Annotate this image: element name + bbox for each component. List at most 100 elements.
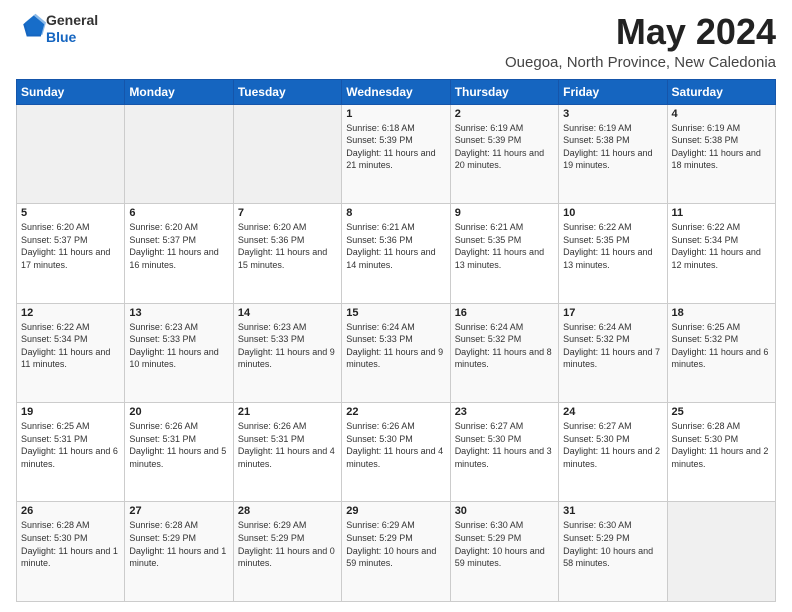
calendar-day-cell: 13 Sunrise: 6:23 AM Sunset: 5:33 PM Dayli… bbox=[125, 303, 233, 402]
day-of-week-header: Tuesday bbox=[233, 79, 341, 104]
day-number: 20 bbox=[129, 406, 228, 418]
day-number: 16 bbox=[455, 307, 554, 319]
day-info: Sunrise: 6:30 AM Sunset: 5:29 PM Dayligh… bbox=[563, 519, 662, 569]
page: General Blue May 2024 Ouegoa, North Prov… bbox=[0, 0, 792, 612]
day-info: Sunrise: 6:27 AM Sunset: 5:30 PM Dayligh… bbox=[563, 420, 662, 470]
calendar-day-cell: 3Sunrise: 6:19 AM Sunset: 5:38 PM Daylig… bbox=[559, 104, 667, 203]
day-number: 9 bbox=[455, 207, 554, 219]
day-info: Sunrise: 6:22 AM Sunset: 5:34 PM Dayligh… bbox=[672, 221, 771, 271]
calendar-day-cell: 10Sunrise: 6:22 AM Sunset: 5:35 PM Dayli… bbox=[559, 204, 667, 303]
day-info: Sunrise: 6:28 AM Sunset: 5:30 PM Dayligh… bbox=[21, 519, 120, 569]
day-number: 24 bbox=[563, 406, 662, 418]
title-block: May 2024 Ouegoa, North Province, New Cal… bbox=[505, 12, 776, 71]
logo-blue: Blue bbox=[46, 29, 98, 46]
calendar-day-cell: 21Sunrise: 6:26 AM Sunset: 5:31 PM Dayli… bbox=[233, 403, 341, 502]
calendar-day-cell: 15 Sunrise: 6:24 AM Sunset: 5:33 PM Dayli… bbox=[342, 303, 450, 402]
day-info: Sunrise: 6:23 AM Sunset: 5:33 PM Dayligh… bbox=[238, 321, 337, 371]
day-info: Sunrise: 6:22 AM Sunset: 5:34 PM Dayligh… bbox=[21, 321, 120, 371]
day-number: 26 bbox=[21, 505, 120, 517]
day-number: 11 bbox=[672, 207, 771, 219]
calendar-day-cell: 18 Sunrise: 6:25 AM Sunset: 5:32 PM Dayli… bbox=[667, 303, 775, 402]
day-info: Sunrise: 6:29 AM Sunset: 5:29 PM Dayligh… bbox=[346, 519, 445, 569]
day-info: Sunrise: 6:28 AM Sunset: 5:30 PM Dayligh… bbox=[672, 420, 771, 470]
day-number: 17 bbox=[563, 307, 662, 319]
calendar-week-row: 26 Sunrise: 6:28 AM Sunset: 5:30 PM Dayli… bbox=[17, 502, 776, 602]
calendar-day-cell: 14Sunrise: 6:23 AM Sunset: 5:33 PM Dayli… bbox=[233, 303, 341, 402]
day-number: 18 bbox=[672, 307, 771, 319]
calendar-day-cell: 7 Sunrise: 6:20 AM Sunset: 5:36 PM Daylig… bbox=[233, 204, 341, 303]
calendar-week-row: 1Sunrise: 6:18 AM Sunset: 5:39 PM Daylig… bbox=[17, 104, 776, 203]
calendar-day-cell: 9 Sunrise: 6:21 AM Sunset: 5:35 PM Daylig… bbox=[450, 204, 558, 303]
calendar-day-cell: 1Sunrise: 6:18 AM Sunset: 5:39 PM Daylig… bbox=[342, 104, 450, 203]
calendar-day-cell: 4 Sunrise: 6:19 AM Sunset: 5:38 PM Daylig… bbox=[667, 104, 775, 203]
calendar-day-cell: 28Sunrise: 6:29 AM Sunset: 5:29 PM Dayli… bbox=[233, 502, 341, 602]
day-info: Sunrise: 6:26 AM Sunset: 5:30 PM Dayligh… bbox=[346, 420, 445, 470]
calendar-day-cell: 5 Sunrise: 6:20 AM Sunset: 5:37 PM Daylig… bbox=[17, 204, 125, 303]
calendar-day-cell: 24 Sunrise: 6:27 AM Sunset: 5:30 PM Dayli… bbox=[559, 403, 667, 502]
calendar-day-cell: 8Sunrise: 6:21 AM Sunset: 5:36 PM Daylig… bbox=[342, 204, 450, 303]
calendar-day-cell: 6Sunrise: 6:20 AM Sunset: 5:37 PM Daylig… bbox=[125, 204, 233, 303]
calendar-day-cell bbox=[17, 104, 125, 203]
day-info: Sunrise: 6:27 AM Sunset: 5:30 PM Dayligh… bbox=[455, 420, 554, 470]
day-number: 23 bbox=[455, 406, 554, 418]
logo-general: General bbox=[46, 12, 98, 29]
calendar-day-cell: 12 Sunrise: 6:22 AM Sunset: 5:34 PM Dayli… bbox=[17, 303, 125, 402]
day-info: Sunrise: 6:19 AM Sunset: 5:38 PM Dayligh… bbox=[672, 122, 771, 172]
day-number: 10 bbox=[563, 207, 662, 219]
day-info: Sunrise: 6:24 AM Sunset: 5:32 PM Dayligh… bbox=[563, 321, 662, 371]
day-info: Sunrise: 6:19 AM Sunset: 5:39 PM Dayligh… bbox=[455, 122, 554, 172]
calendar-week-row: 5 Sunrise: 6:20 AM Sunset: 5:37 PM Daylig… bbox=[17, 204, 776, 303]
logo-icon bbox=[18, 12, 46, 40]
day-number: 8 bbox=[346, 207, 445, 219]
day-info: Sunrise: 6:20 AM Sunset: 5:37 PM Dayligh… bbox=[129, 221, 228, 271]
calendar-day-cell: 29 Sunrise: 6:29 AM Sunset: 5:29 PM Dayli… bbox=[342, 502, 450, 602]
day-number: 13 bbox=[129, 307, 228, 319]
day-info: Sunrise: 6:23 AM Sunset: 5:33 PM Dayligh… bbox=[129, 321, 228, 371]
day-number: 15 bbox=[346, 307, 445, 319]
day-number: 22 bbox=[346, 406, 445, 418]
calendar: SundayMondayTuesdayWednesdayThursdayFrid… bbox=[16, 79, 776, 602]
day-info: Sunrise: 6:24 AM Sunset: 5:32 PM Dayligh… bbox=[455, 321, 554, 371]
day-of-week-header: Thursday bbox=[450, 79, 558, 104]
day-info: Sunrise: 6:20 AM Sunset: 5:36 PM Dayligh… bbox=[238, 221, 337, 271]
calendar-day-cell: 22 Sunrise: 6:26 AM Sunset: 5:30 PM Dayli… bbox=[342, 403, 450, 502]
calendar-day-cell: 26 Sunrise: 6:28 AM Sunset: 5:30 PM Dayli… bbox=[17, 502, 125, 602]
calendar-day-cell: 17 Sunrise: 6:24 AM Sunset: 5:32 PM Dayli… bbox=[559, 303, 667, 402]
calendar-day-cell: 11 Sunrise: 6:22 AM Sunset: 5:34 PM Dayli… bbox=[667, 204, 775, 303]
day-number: 29 bbox=[346, 505, 445, 517]
day-info: Sunrise: 6:29 AM Sunset: 5:29 PM Dayligh… bbox=[238, 519, 337, 569]
calendar-day-cell bbox=[125, 104, 233, 203]
logo: General Blue bbox=[16, 12, 98, 46]
header: General Blue May 2024 Ouegoa, North Prov… bbox=[16, 12, 776, 71]
day-number: 4 bbox=[672, 108, 771, 120]
day-of-week-header: Wednesday bbox=[342, 79, 450, 104]
day-number: 7 bbox=[238, 207, 337, 219]
day-number: 12 bbox=[21, 307, 120, 319]
day-of-week-header: Monday bbox=[125, 79, 233, 104]
calendar-header-row: SundayMondayTuesdayWednesdayThursdayFrid… bbox=[17, 79, 776, 104]
calendar-day-cell: 2 Sunrise: 6:19 AM Sunset: 5:39 PM Daylig… bbox=[450, 104, 558, 203]
day-info: Sunrise: 6:25 AM Sunset: 5:32 PM Dayligh… bbox=[672, 321, 771, 371]
day-number: 21 bbox=[238, 406, 337, 418]
day-info: Sunrise: 6:26 AM Sunset: 5:31 PM Dayligh… bbox=[129, 420, 228, 470]
calendar-day-cell: 30Sunrise: 6:30 AM Sunset: 5:29 PM Dayli… bbox=[450, 502, 558, 602]
day-number: 19 bbox=[21, 406, 120, 418]
day-info: Sunrise: 6:21 AM Sunset: 5:35 PM Dayligh… bbox=[455, 221, 554, 271]
day-info: Sunrise: 6:18 AM Sunset: 5:39 PM Dayligh… bbox=[346, 122, 445, 172]
calendar-day-cell bbox=[667, 502, 775, 602]
calendar-day-cell: 19 Sunrise: 6:25 AM Sunset: 5:31 PM Dayli… bbox=[17, 403, 125, 502]
day-info: Sunrise: 6:19 AM Sunset: 5:38 PM Dayligh… bbox=[563, 122, 662, 172]
day-of-week-header: Sunday bbox=[17, 79, 125, 104]
calendar-day-cell: 20 Sunrise: 6:26 AM Sunset: 5:31 PM Dayli… bbox=[125, 403, 233, 502]
location: Ouegoa, North Province, New Caledonia bbox=[505, 54, 776, 71]
calendar-body: 1Sunrise: 6:18 AM Sunset: 5:39 PM Daylig… bbox=[17, 104, 776, 601]
day-number: 27 bbox=[129, 505, 228, 517]
day-number: 5 bbox=[21, 207, 120, 219]
day-number: 2 bbox=[455, 108, 554, 120]
day-info: Sunrise: 6:30 AM Sunset: 5:29 PM Dayligh… bbox=[455, 519, 554, 569]
day-info: Sunrise: 6:25 AM Sunset: 5:31 PM Dayligh… bbox=[21, 420, 120, 470]
calendar-day-cell: 16 Sunrise: 6:24 AM Sunset: 5:32 PM Dayli… bbox=[450, 303, 558, 402]
day-info: Sunrise: 6:20 AM Sunset: 5:37 PM Dayligh… bbox=[21, 221, 120, 271]
month-year: May 2024 bbox=[505, 12, 776, 52]
day-info: Sunrise: 6:24 AM Sunset: 5:33 PM Dayligh… bbox=[346, 321, 445, 371]
